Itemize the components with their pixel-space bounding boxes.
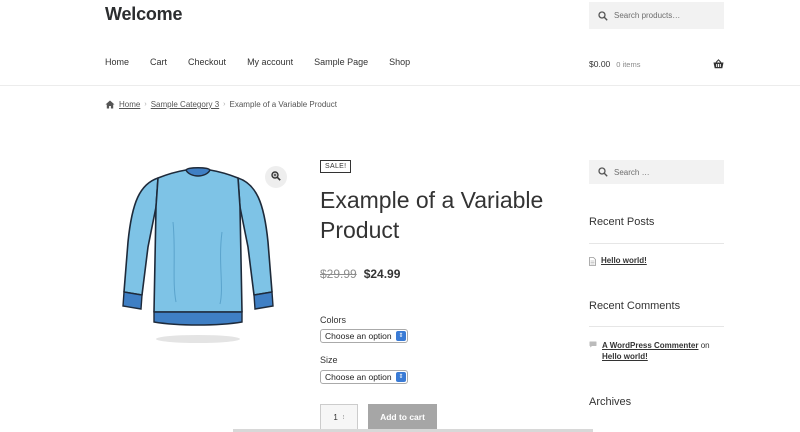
product-price: $29.99 $24.99 (320, 267, 400, 281)
recent-posts-title: Recent Posts (589, 216, 655, 228)
colors-label: Colors (320, 315, 347, 325)
recent-post-item: Hello world! (589, 256, 647, 266)
sale-badge: SALE! (320, 160, 352, 173)
size-select-value: Choose an option (325, 372, 392, 382)
select-arrows-icon: ⇕ (396, 372, 406, 382)
stepper-arrows-icon[interactable]: ⁝ (343, 414, 345, 421)
breadcrumb: Home › Sample Category 3 › Example of a … (105, 100, 337, 109)
search-icon (598, 167, 608, 177)
document-icon (589, 257, 596, 266)
home-icon (105, 100, 115, 109)
nav-item-checkout[interactable]: Checkout (188, 57, 226, 67)
widget-divider (589, 326, 724, 327)
sidebar-search-placeholder: Search … (614, 167, 650, 177)
primary-nav: Home Cart Checkout My account Sample Pag… (105, 57, 431, 67)
recent-post-link[interactable]: Hello world! (601, 256, 647, 266)
size-select[interactable]: Choose an option ⇕ (320, 370, 408, 384)
comment-on-text: on (700, 341, 710, 350)
colors-select-value: Choose an option (325, 331, 392, 341)
colors-select[interactable]: Choose an option ⇕ (320, 329, 408, 343)
regular-price: $29.99 (320, 267, 357, 281)
product-search-field[interactable]: Search products… (589, 2, 724, 29)
recent-comments-title: Recent Comments (589, 300, 681, 312)
product-title: Example of a Variable Product (320, 187, 544, 243)
cart-amount: $0.00 (589, 59, 611, 69)
nav-item-sample-page[interactable]: Sample Page (314, 57, 368, 67)
widget-divider (589, 243, 724, 244)
quantity-value: 1 (333, 412, 338, 422)
basket-icon (713, 59, 724, 69)
nav-item-home[interactable]: Home (105, 57, 129, 67)
header-cart[interactable]: $0.00 0 items (589, 57, 724, 71)
recent-comment-item: A WordPress Commenter on Hello world! (589, 340, 724, 362)
comment-icon (589, 341, 597, 362)
site-header: Welcome Search products… Home Cart Check… (0, 0, 800, 86)
sale-price: $24.99 (363, 267, 401, 281)
add-to-cart-button[interactable]: Add to cart (368, 404, 437, 430)
search-placeholder: Search products… (614, 11, 681, 20)
quantity-stepper[interactable]: 1 ⁝ (320, 404, 358, 430)
site-title[interactable]: Welcome (105, 4, 183, 25)
breadcrumb-current: Example of a Variable Product (229, 100, 337, 109)
nav-item-shop[interactable]: Shop (389, 57, 410, 67)
archives-title: Archives (589, 396, 632, 408)
product-image[interactable] (118, 162, 278, 352)
breadcrumb-separator: › (144, 101, 147, 108)
zoom-button[interactable] (265, 166, 287, 188)
zoom-icon (271, 168, 281, 186)
breadcrumb-separator: › (223, 101, 226, 108)
breadcrumb-category-link[interactable]: Sample Category 3 (151, 100, 219, 109)
search-icon (598, 10, 608, 21)
cart-count: 0 items (616, 59, 641, 69)
comment-author-link[interactable]: A WordPress Commenter (602, 341, 698, 350)
sidebar-search-field[interactable]: Search … (589, 160, 724, 184)
select-arrows-icon: ⇕ (396, 331, 406, 341)
nav-item-cart[interactable]: Cart (150, 57, 167, 67)
comment-post-link[interactable]: Hello world! (602, 352, 648, 361)
nav-item-my-account[interactable]: My account (247, 57, 293, 67)
size-label: Size (320, 355, 338, 365)
breadcrumb-home-link[interactable]: Home (119, 100, 140, 109)
